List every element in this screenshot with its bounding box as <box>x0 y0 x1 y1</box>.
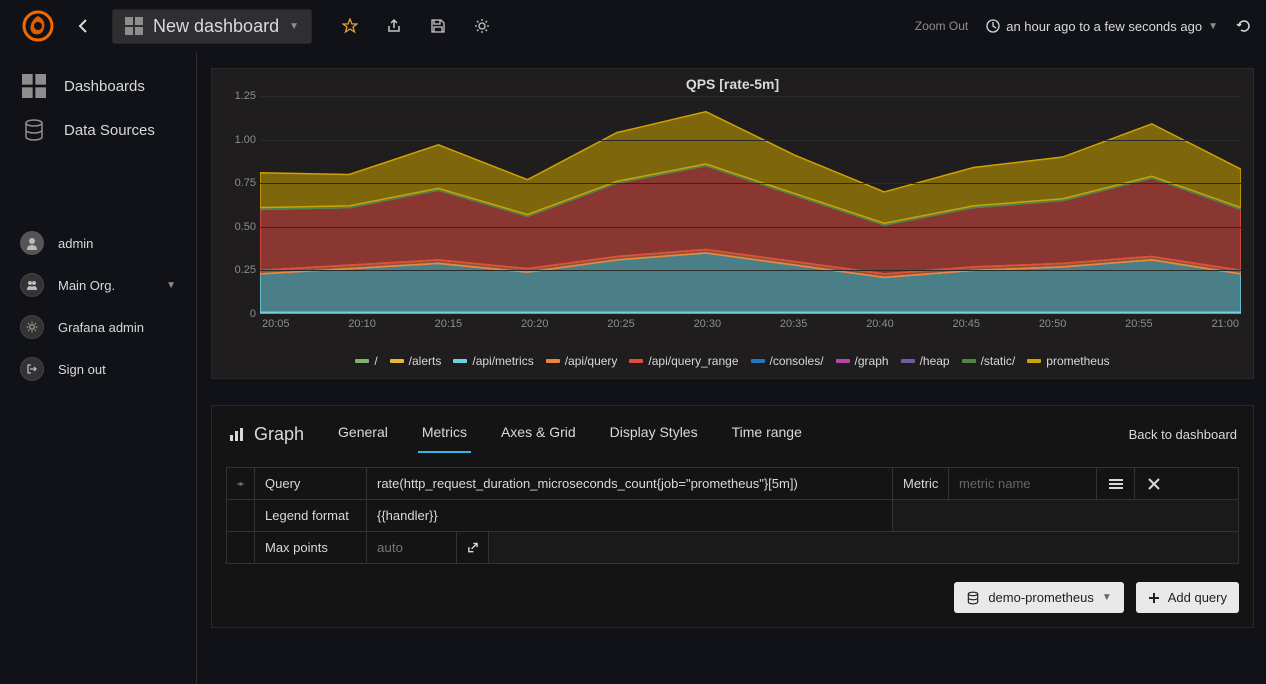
query-editor: Graph General Metrics Axes & Grid Display S… <box>211 405 1254 628</box>
nav-label: Data Sources <box>64 122 155 139</box>
grafana-logo[interactable] <box>22 10 54 42</box>
legend-item[interactable]: /api/query_range <box>629 354 738 368</box>
metric-label: Metric <box>893 468 949 499</box>
datasource-selector[interactable]: demo-prometheus ▼ <box>954 582 1123 613</box>
tab-time-range[interactable]: Time range <box>728 416 806 453</box>
legend-item[interactable]: /alerts <box>390 354 442 368</box>
zoom-out[interactable]: Zoom Out <box>915 19 968 33</box>
legend-format-input[interactable] <box>377 508 882 523</box>
org-switcher[interactable]: Main Org. ▼ <box>0 264 196 306</box>
database-icon <box>966 591 980 605</box>
legend-item[interactable]: /api/query <box>546 354 618 368</box>
admin-label: Grafana admin <box>58 320 144 335</box>
bar-chart-icon <box>228 427 244 443</box>
legend-item[interactable]: /api/metrics <box>453 354 533 368</box>
chart-panel: QPS [rate-5m] 00.250.500.751.001.25 20:0… <box>211 68 1254 379</box>
dashboards-icon <box>22 74 46 98</box>
dashboard-name: New dashboard <box>153 16 279 37</box>
add-query-button[interactable]: Add query <box>1136 582 1239 613</box>
star-icon[interactable] <box>342 18 358 34</box>
popout-icon[interactable] <box>457 532 489 563</box>
nav-datasources[interactable]: Data Sources <box>0 108 196 152</box>
signout-link[interactable]: Sign out <box>0 348 196 390</box>
org-name: Main Org. <box>58 278 115 293</box>
legend-item[interactable]: /graph <box>836 354 889 368</box>
caret-down-icon: ▼ <box>1102 592 1112 603</box>
editor-type[interactable]: Graph <box>228 424 304 445</box>
back-to-dashboard[interactable]: Back to dashboard <box>1129 427 1237 442</box>
query-input[interactable] <box>377 476 882 491</box>
time-range-picker[interactable]: an hour ago to a few seconds ago ▼ <box>986 19 1218 34</box>
caret-down-icon: ▼ <box>166 280 176 291</box>
datasource-name: demo-prometheus <box>988 590 1094 605</box>
metric-input[interactable] <box>959 476 1086 491</box>
clock-icon <box>986 19 1000 33</box>
share-icon[interactable] <box>386 18 402 34</box>
add-query-label: Add query <box>1168 590 1227 605</box>
dashboard-selector[interactable]: New dashboard ▼ <box>112 9 312 44</box>
users-icon <box>20 273 44 297</box>
avatar-icon <box>20 231 44 255</box>
caret-down-icon: ▼ <box>1208 21 1218 32</box>
gear-icon <box>20 315 44 339</box>
chart-plot[interactable] <box>260 96 1241 314</box>
caret-down-icon: ▼ <box>289 21 299 32</box>
legend-format-label: Legend format <box>255 500 367 531</box>
remove-query[interactable] <box>1135 468 1173 499</box>
tab-general[interactable]: General <box>334 416 392 453</box>
time-range-label: an hour ago to a few seconds ago <box>1006 19 1202 34</box>
username: admin <box>58 236 93 251</box>
legend-item[interactable]: prometheus <box>1027 354 1109 368</box>
nav-label: Dashboards <box>64 78 145 95</box>
save-icon[interactable] <box>430 18 446 34</box>
maxpoints-input[interactable] <box>377 540 446 555</box>
user-menu[interactable]: admin <box>0 222 196 264</box>
maxpoints-label: Max points <box>255 532 367 563</box>
legend-item[interactable]: /heap <box>901 354 950 368</box>
tab-metrics[interactable]: Metrics <box>418 416 471 453</box>
legend-item[interactable]: / <box>355 354 377 368</box>
editor-title-text: Graph <box>254 424 304 445</box>
legend-item[interactable]: /consoles/ <box>751 354 824 368</box>
signout-icon <box>20 357 44 381</box>
tab-axes-grid[interactable]: Axes & Grid <box>497 416 580 453</box>
admin-link[interactable]: Grafana admin <box>0 306 196 348</box>
refresh-icon[interactable] <box>1236 18 1252 34</box>
nav-dashboards[interactable]: Dashboards <box>0 64 196 108</box>
plus-icon <box>1148 592 1160 604</box>
tab-display-styles[interactable]: Display Styles <box>606 416 702 453</box>
menu-icon[interactable] <box>1097 468 1135 499</box>
query-label: Query <box>255 468 367 499</box>
settings-icon[interactable] <box>474 18 490 34</box>
database-icon <box>22 118 46 142</box>
legend-item[interactable]: /static/ <box>962 354 1016 368</box>
sidebar-toggle[interactable] <box>64 10 102 42</box>
panel-title: QPS [rate-5m] <box>212 69 1253 96</box>
signout-label: Sign out <box>58 362 106 377</box>
toggle-query-visibility[interactable] <box>227 468 255 499</box>
